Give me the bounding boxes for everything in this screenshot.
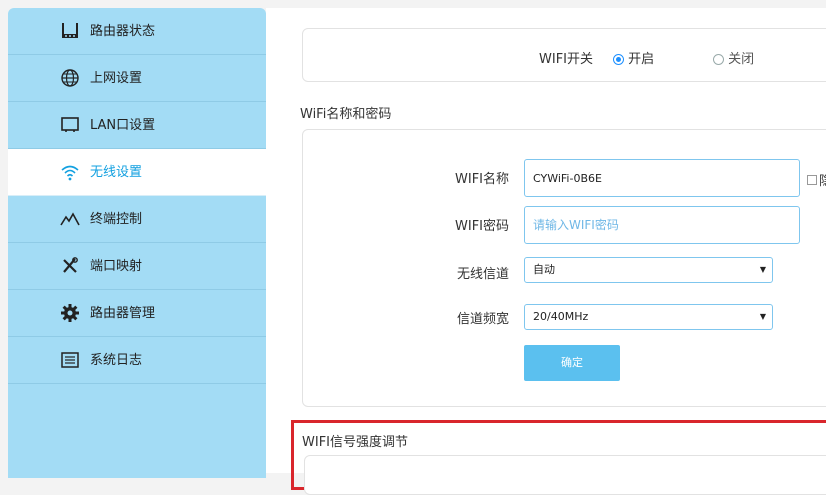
terminal-wave-icon bbox=[60, 212, 80, 226]
sidebar-item-lan[interactable]: LAN口设置 bbox=[8, 102, 266, 149]
monitor-icon bbox=[61, 117, 79, 132]
globe-icon bbox=[61, 69, 79, 87]
channel-label: 无线信道 bbox=[456, 267, 509, 282]
bandwidth-select[interactable]: 20/40MHz ▼ bbox=[524, 304, 773, 330]
chevron-down-icon: ▼ bbox=[759, 312, 766, 321]
wifi-name-label: WIFI名称 bbox=[455, 172, 509, 187]
wifi-switch-label: WIFI开关 bbox=[539, 52, 593, 67]
wifi-switch-panel: WIFI开关 开启 关闭 bbox=[302, 28, 826, 82]
sidebar-item-router-status[interactable]: 路由器状态 bbox=[8, 8, 266, 55]
gear-icon bbox=[61, 304, 79, 322]
signal-section-title: WIFI信号强度调节 bbox=[302, 435, 408, 450]
sidebar-item-terminal[interactable]: 终端控制 bbox=[8, 196, 266, 243]
channel-value: 自动 bbox=[533, 263, 555, 276]
confirm-button[interactable]: 确定 bbox=[524, 345, 620, 381]
sidebar: 路由器状态 上网设置 LAN口设置 无线设置 终端控制 端口映射 路由器管理 系… bbox=[8, 8, 266, 478]
sidebar-item-internet[interactable]: 上网设置 bbox=[8, 55, 266, 102]
sidebar-item-label: LAN口设置 bbox=[90, 118, 156, 133]
sidebar-item-label: 终端控制 bbox=[90, 212, 143, 227]
bandwidth-value: 20/40MHz bbox=[533, 310, 589, 323]
tools-icon bbox=[63, 257, 78, 273]
wifi-on-radio[interactable]: 开启 bbox=[613, 48, 654, 67]
sidebar-item-label: 上网设置 bbox=[90, 71, 143, 86]
sidebar-item-wireless[interactable]: 无线设置 bbox=[8, 149, 266, 196]
signal-strength-panel bbox=[304, 455, 826, 495]
channel-select[interactable]: 自动 ▼ bbox=[524, 257, 773, 283]
sidebar-item-label: 系统日志 bbox=[90, 353, 143, 368]
main-content: WIFI开关 开启 关闭 WiFi名称和密码 WIFI名称 隐 WIFI密码 无… bbox=[266, 8, 826, 495]
sidebar-item-label: 端口映射 bbox=[90, 259, 143, 274]
sidebar-item-label: 路由器管理 bbox=[90, 306, 156, 321]
chevron-down-icon: ▼ bbox=[759, 265, 766, 274]
sidebar-item-system-log[interactable]: 系统日志 bbox=[8, 337, 266, 384]
wifi-section-title: WiFi名称和密码 bbox=[300, 107, 392, 122]
wifi-on-label: 开启 bbox=[628, 52, 655, 67]
radio-selected-icon bbox=[613, 54, 624, 65]
wifi-password-input[interactable] bbox=[524, 206, 800, 244]
log-icon bbox=[61, 352, 79, 368]
wifi-name-input[interactable] bbox=[524, 159, 800, 197]
sidebar-item-router-management[interactable]: 路由器管理 bbox=[8, 290, 266, 337]
wifi-icon bbox=[61, 165, 79, 181]
router-status-icon bbox=[62, 23, 78, 38]
wifi-off-label: 关闭 bbox=[728, 52, 755, 67]
bandwidth-label: 信道频宽 bbox=[456, 312, 509, 327]
hide-ssid-checkbox[interactable] bbox=[807, 175, 817, 185]
wifi-settings-panel: WIFI名称 隐 WIFI密码 无线信道 自动 ▼ 信道频宽 20/40MHz … bbox=[302, 129, 826, 407]
hide-ssid-label: 隐 bbox=[819, 174, 826, 189]
radio-unselected-icon bbox=[713, 54, 724, 65]
sidebar-item-label: 无线设置 bbox=[90, 165, 143, 180]
wifi-password-label: WIFI密码 bbox=[455, 219, 509, 234]
wifi-off-radio[interactable]: 关闭 bbox=[713, 48, 754, 67]
sidebar-item-label: 路由器状态 bbox=[90, 24, 156, 39]
sidebar-item-port-mapping[interactable]: 端口映射 bbox=[8, 243, 266, 290]
